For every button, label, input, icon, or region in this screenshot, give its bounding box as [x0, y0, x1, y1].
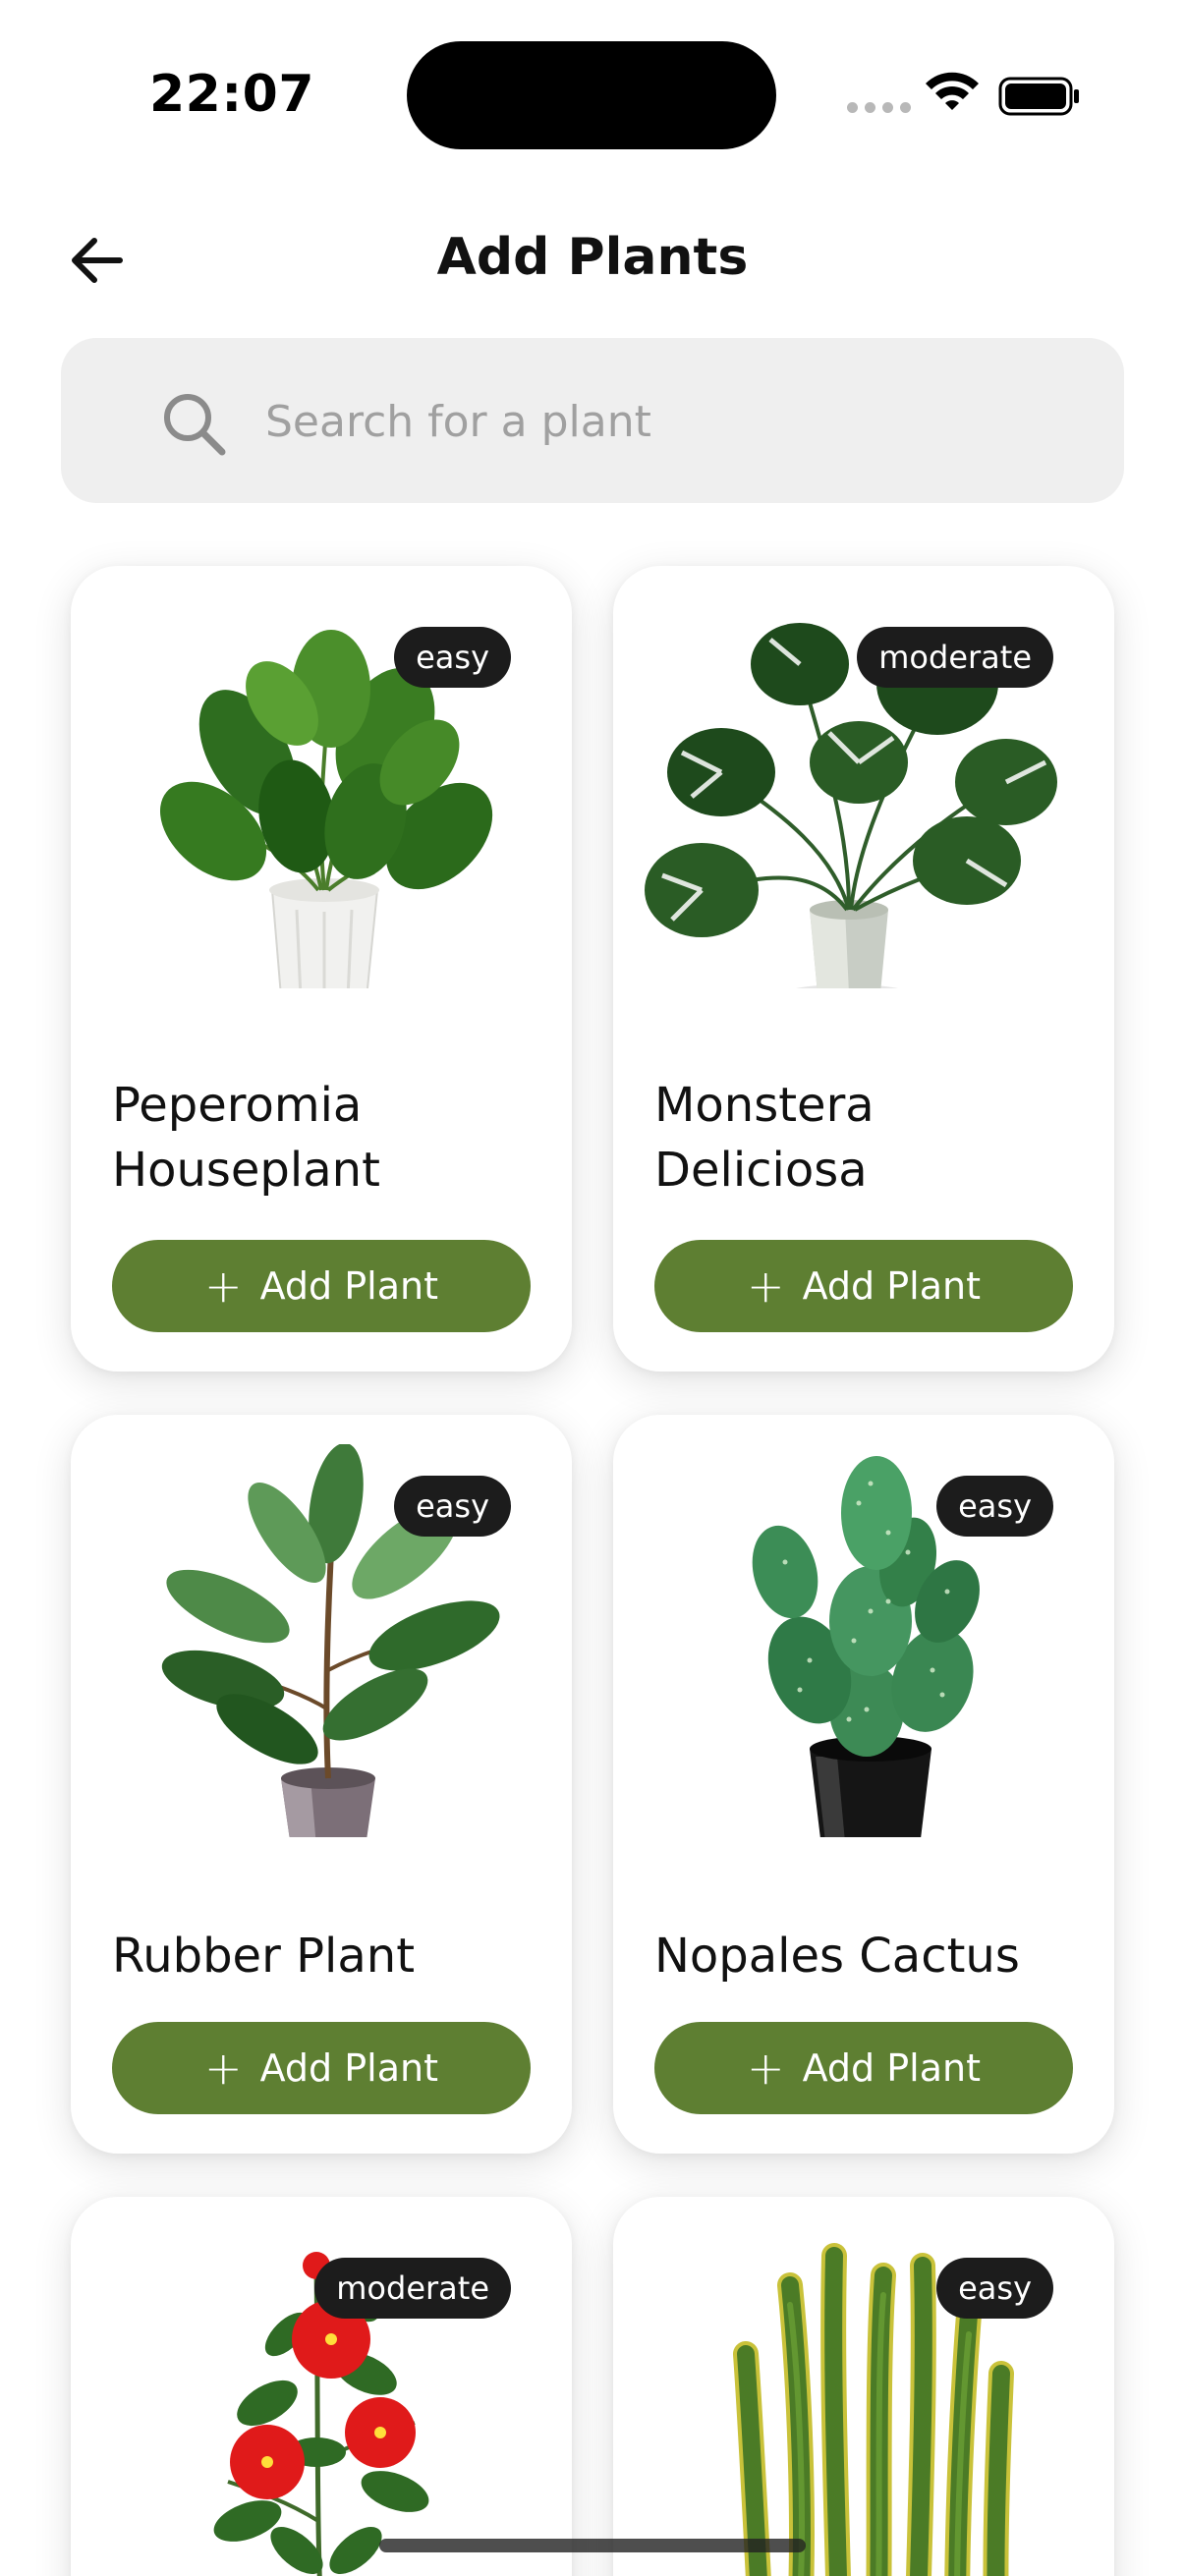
add-plant-button[interactable]: + Add Plant — [112, 1240, 531, 1332]
plant-grid: easy Peperomia Houseplant + Add Plant mo… — [0, 0, 1185, 2576]
home-indicator[interactable] — [379, 2539, 806, 2552]
plus-icon: + — [204, 1260, 243, 1313]
add-plant-label: Add Plant — [802, 1264, 981, 1308]
plus-icon: + — [747, 1260, 785, 1313]
plant-card[interactable]: easy Rubber Plant + Add Plant — [71, 1415, 572, 2154]
plant-card[interactable]: moderate Monstera Deliciosa + Add Plant — [613, 566, 1114, 1372]
plus-icon: + — [747, 2042, 785, 2095]
add-plant-label: Add Plant — [259, 1264, 438, 1308]
plant-card[interactable]: moderate — [71, 2197, 572, 2576]
plant-name: Rubber Plant — [112, 1929, 416, 1984]
add-plants-screen: 22:07 Add Plants Search for a plant easy… — [0, 0, 1185, 2576]
difficulty-badge: easy — [394, 627, 511, 688]
plant-card[interactable]: easy — [613, 2197, 1114, 2576]
difficulty-badge: easy — [394, 1476, 511, 1537]
plant-name: Nopales Cactus — [654, 1929, 1020, 1984]
add-plant-button[interactable]: + Add Plant — [654, 2022, 1073, 2114]
plant-name: Peperomia Houseplant — [112, 1078, 380, 1198]
add-plant-button[interactable]: + Add Plant — [654, 1240, 1073, 1332]
plant-name: Monstera Deliciosa — [654, 1078, 875, 1198]
plant-card[interactable]: easy Peperomia Houseplant + Add Plant — [71, 566, 572, 1372]
add-plant-label: Add Plant — [802, 2046, 981, 2090]
add-plant-label: Add Plant — [259, 2046, 438, 2090]
add-plant-button[interactable]: + Add Plant — [112, 2022, 531, 2114]
difficulty-badge: moderate — [857, 627, 1053, 688]
plant-card[interactable]: easy Nopales Cactus + Add Plant — [613, 1415, 1114, 2154]
plus-icon: + — [204, 2042, 243, 2095]
difficulty-badge: moderate — [314, 2258, 511, 2319]
difficulty-badge: easy — [936, 2258, 1053, 2319]
difficulty-badge: easy — [936, 1476, 1053, 1537]
